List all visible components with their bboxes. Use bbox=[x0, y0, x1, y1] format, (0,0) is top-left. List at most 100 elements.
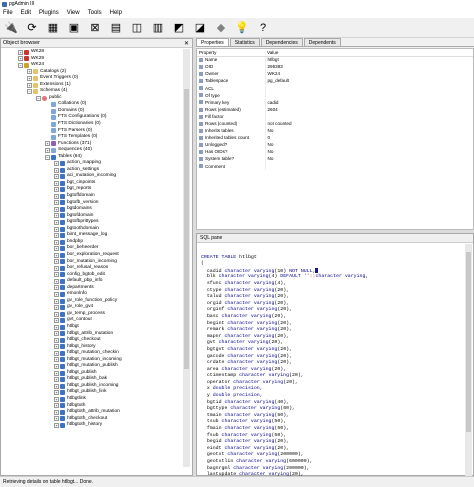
collapse-icon[interactable]: − bbox=[45, 154, 50, 160]
expand-icon[interactable]: + bbox=[27, 69, 32, 75]
property-row[interactable]: Unlogged? No bbox=[197, 141, 473, 149]
expand-icon[interactable]: + bbox=[54, 305, 59, 311]
expand-icon[interactable]: + bbox=[54, 311, 59, 317]
expand-icon[interactable]: + bbox=[27, 82, 32, 88]
property-column-header[interactable]: Property bbox=[197, 49, 265, 57]
tree-scroll-thumb[interactable] bbox=[184, 89, 189, 369]
expand-icon[interactable]: + bbox=[54, 161, 59, 167]
sql-scroll-thumb[interactable] bbox=[466, 252, 471, 432]
menu-file[interactable]: File bbox=[3, 10, 13, 16]
expand-icon[interactable]: + bbox=[54, 174, 59, 180]
object-tree[interactable]: + WK28 + WK29− WK24 + Catalogs (2) + Event Trigg… bbox=[1, 49, 183, 469]
tree-scrollbar[interactable] bbox=[183, 49, 190, 467]
help-icon[interactable]: ? bbox=[255, 20, 271, 36]
plug-icon[interactable]: 🔌 bbox=[3, 20, 19, 36]
tab-dependencies[interactable]: Dependencies bbox=[260, 38, 303, 46]
property-row[interactable]: OID 295383 bbox=[197, 63, 473, 71]
menu-edit[interactable]: Edit bbox=[21, 10, 31, 16]
expand-icon[interactable]: + bbox=[54, 219, 59, 225]
property-row[interactable]: Fill factor bbox=[197, 112, 473, 120]
expand-icon[interactable]: + bbox=[54, 350, 59, 356]
property-row[interactable]: Tablespace pg_default bbox=[197, 77, 473, 85]
expand-icon[interactable]: + bbox=[54, 200, 59, 206]
close-icon[interactable]: ✕ bbox=[184, 40, 189, 47]
expand-icon[interactable]: + bbox=[54, 403, 59, 409]
expand-icon[interactable]: + bbox=[54, 344, 59, 350]
expand-icon[interactable]: + bbox=[54, 272, 59, 278]
expand-icon[interactable]: + bbox=[54, 292, 59, 297]
expand-icon[interactable]: + bbox=[54, 337, 59, 343]
expand-icon[interactable]: + bbox=[54, 278, 59, 284]
menu-view[interactable]: View bbox=[67, 10, 80, 16]
menu-plugins[interactable]: Plugins bbox=[39, 10, 59, 16]
expand-icon[interactable]: + bbox=[54, 259, 59, 265]
expand-icon[interactable]: + bbox=[54, 206, 59, 212]
expand-icon[interactable]: + bbox=[27, 75, 32, 81]
expand-icon[interactable]: + bbox=[54, 193, 59, 199]
expand-icon[interactable]: + bbox=[54, 331, 59, 337]
property-row[interactable]: Owner WK24 bbox=[197, 70, 473, 78]
menu-tools[interactable]: Tools bbox=[88, 10, 102, 16]
expand-icon[interactable]: + bbox=[54, 422, 59, 428]
filter-icon[interactable]: ▤ bbox=[108, 20, 124, 36]
property-row[interactable]: Inherited tables count 0 bbox=[197, 134, 473, 142]
hint-icon[interactable]: 💡 bbox=[234, 20, 250, 36]
property-row[interactable]: Has OIDs? No bbox=[197, 148, 473, 156]
expand-icon[interactable]: + bbox=[54, 180, 59, 186]
expand-icon[interactable]: + bbox=[54, 252, 59, 258]
expand-icon[interactable]: + bbox=[18, 49, 23, 55]
expand-icon[interactable]: + bbox=[54, 246, 59, 252]
expand-icon[interactable]: + bbox=[54, 226, 59, 232]
expand-icon[interactable]: + bbox=[54, 396, 59, 402]
property-row[interactable]: Rows (estimated) 2604 bbox=[197, 105, 473, 113]
tab-properties[interactable]: Properties bbox=[196, 38, 229, 46]
expand-icon[interactable]: + bbox=[54, 265, 59, 271]
property-row[interactable]: Of type bbox=[197, 91, 473, 99]
expand-icon[interactable]: + bbox=[54, 370, 59, 376]
collapse-icon[interactable]: − bbox=[18, 62, 23, 68]
property-row[interactable]: System table? No bbox=[197, 155, 473, 163]
sql-scrollbar[interactable] bbox=[465, 244, 472, 476]
expand-icon[interactable]: + bbox=[54, 383, 59, 389]
expand-icon[interactable]: + bbox=[54, 213, 59, 219]
expand-icon[interactable]: + bbox=[54, 239, 59, 245]
expand-icon[interactable]: + bbox=[54, 409, 59, 415]
property-row[interactable]: Primary key cadid bbox=[197, 98, 473, 106]
expand-icon[interactable]: + bbox=[54, 167, 59, 173]
vacuum-icon[interactable]: ◩ bbox=[171, 20, 187, 36]
expand-icon[interactable]: + bbox=[54, 318, 59, 324]
menu-help[interactable]: Help bbox=[110, 10, 122, 16]
refresh-icon[interactable]: ⟳ bbox=[24, 20, 40, 36]
maintenance-icon[interactable]: ◪ bbox=[192, 20, 208, 36]
property-row[interactable]: ACL bbox=[197, 84, 473, 92]
expand-icon[interactable]: + bbox=[54, 377, 59, 383]
tab-statistics[interactable]: Statistics bbox=[229, 38, 260, 46]
expand-icon[interactable]: + bbox=[45, 141, 50, 147]
expand-icon[interactable]: + bbox=[54, 364, 59, 370]
properties-icon[interactable]: ▦ bbox=[45, 20, 61, 36]
create-icon[interactable]: ▣ bbox=[66, 20, 82, 36]
tab-dependents[interactable]: Dependents bbox=[303, 38, 341, 46]
delete-icon[interactable]: ⊠ bbox=[87, 20, 103, 36]
property-row[interactable]: Inherits tables No bbox=[197, 127, 473, 135]
value-column-header[interactable]: Value bbox=[265, 49, 473, 57]
sql-text[interactable]: CREATE TABLE htlbgt( cadid character var… bbox=[197, 244, 465, 476]
tree-node[interactable]: + htlbgtoth_history bbox=[1, 422, 183, 429]
collapse-icon[interactable]: − bbox=[27, 89, 32, 95]
property-row[interactable]: Comment bbox=[197, 162, 473, 170]
collapse-icon[interactable]: − bbox=[36, 95, 41, 101]
expand-icon[interactable]: + bbox=[18, 56, 23, 62]
expand-icon[interactable]: + bbox=[45, 147, 50, 153]
property-row[interactable]: Name htlbgt bbox=[197, 56, 473, 64]
expand-icon[interactable]: + bbox=[54, 285, 59, 291]
property-row[interactable]: Rows (counted) not counted bbox=[197, 119, 473, 128]
expand-icon[interactable]: + bbox=[54, 357, 59, 363]
expand-icon[interactable]: + bbox=[54, 187, 59, 193]
expand-icon[interactable]: + bbox=[54, 390, 59, 396]
sql-icon[interactable]: ◫ bbox=[129, 20, 145, 36]
view-data-icon[interactable]: ▥ bbox=[150, 20, 166, 36]
expand-icon[interactable]: + bbox=[54, 298, 59, 304]
expand-icon[interactable]: + bbox=[54, 324, 59, 330]
expand-icon[interactable]: + bbox=[54, 416, 59, 422]
expand-icon[interactable]: + bbox=[54, 233, 59, 239]
